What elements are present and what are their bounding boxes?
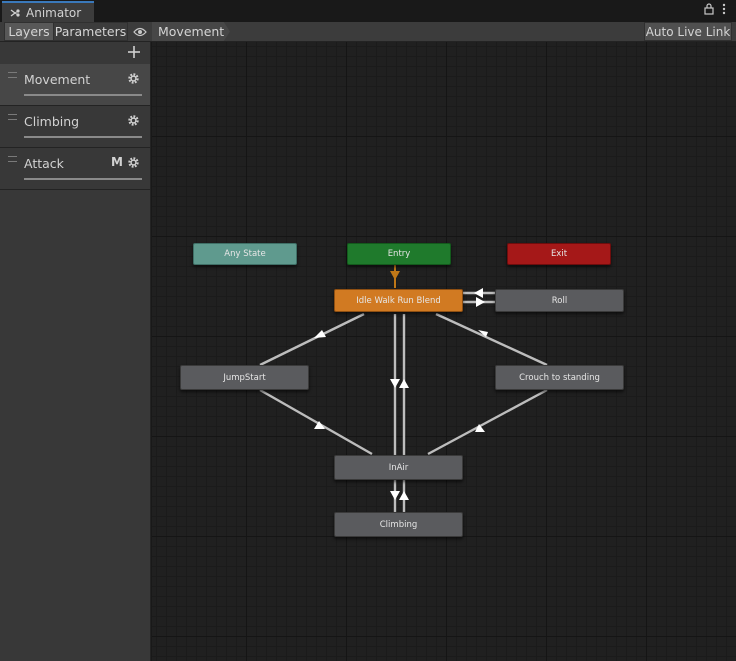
drag-handle-icon[interactable] (8, 156, 17, 162)
parameters-tab[interactable]: Parameters (54, 22, 128, 41)
more-options-icon[interactable] (722, 3, 726, 15)
layer-weight-bar[interactable] (24, 94, 142, 96)
layer-name: Climbing (24, 114, 80, 129)
animator-toolbar: Layers Parameters Movement Auto Live Lin… (0, 22, 736, 42)
layers-tab[interactable]: Layers (4, 22, 54, 41)
drag-handle-icon[interactable] (8, 114, 17, 120)
arrow-icon (474, 288, 483, 298)
transition-inair-crouch[interactable] (427, 388, 548, 456)
breadcrumb-label: Movement (158, 24, 225, 39)
arrow-icon (399, 491, 409, 500)
breadcrumb[interactable]: Movement (152, 22, 230, 41)
animator-icon (10, 8, 20, 17)
eye-icon[interactable] (130, 22, 150, 41)
drag-handle-icon[interactable] (8, 72, 17, 78)
arrow-icon (390, 491, 400, 500)
layer-weight-bar[interactable] (24, 136, 142, 138)
transition-jumpstart-inair[interactable] (259, 388, 373, 456)
idle-walk-run-blend-node[interactable]: Idle Walk Run Blend (334, 289, 463, 312)
exit-node[interactable]: Exit (507, 243, 611, 265)
transition-edges (259, 261, 548, 512)
layer-weight-bar[interactable] (24, 178, 142, 180)
lock-icon[interactable] (704, 3, 714, 15)
roll-node[interactable]: Roll (495, 289, 624, 312)
layer-name: Movement (24, 72, 91, 87)
mask-badge: M (111, 155, 123, 169)
any-state-node[interactable]: Any State (193, 243, 297, 265)
gear-icon[interactable] (127, 156, 140, 169)
arrow-icon (476, 297, 485, 307)
window-titlebar: Animator (0, 0, 736, 22)
gear-icon[interactable] (127, 114, 140, 127)
transition-crouch-idle[interactable] (435, 312, 548, 367)
layer-name: Attack (24, 156, 64, 171)
layer-item-attack[interactable]: Attack M (0, 148, 150, 190)
add-layer-icon[interactable] (126, 44, 142, 60)
arrow-icon (399, 379, 409, 388)
tab-title: Animator (26, 5, 82, 20)
layer-item-climbing[interactable]: Climbing (0, 106, 150, 148)
crouch-to-standing-node[interactable]: Crouch to standing (495, 365, 624, 390)
arrow-icon (314, 330, 326, 338)
animator-tab[interactable]: Animator (2, 1, 94, 22)
arrow-icon (390, 271, 400, 280)
entry-node[interactable]: Entry (347, 243, 451, 265)
gear-icon[interactable] (127, 72, 140, 85)
state-machine-graph[interactable]: Any State Entry Exit Idle Walk Run Blend… (152, 42, 736, 661)
climbing-node[interactable]: Climbing (334, 512, 463, 537)
jumpstart-node[interactable]: JumpStart (180, 365, 309, 390)
transition-idle-jumpstart[interactable] (259, 312, 365, 367)
arrow-icon (390, 379, 400, 388)
layer-item-movement[interactable]: Movement (0, 64, 150, 106)
inair-node[interactable]: InAir (334, 455, 463, 480)
layers-panel: Movement Climbing Attack M (0, 42, 151, 661)
auto-live-link-button[interactable]: Auto Live Link (644, 22, 732, 41)
